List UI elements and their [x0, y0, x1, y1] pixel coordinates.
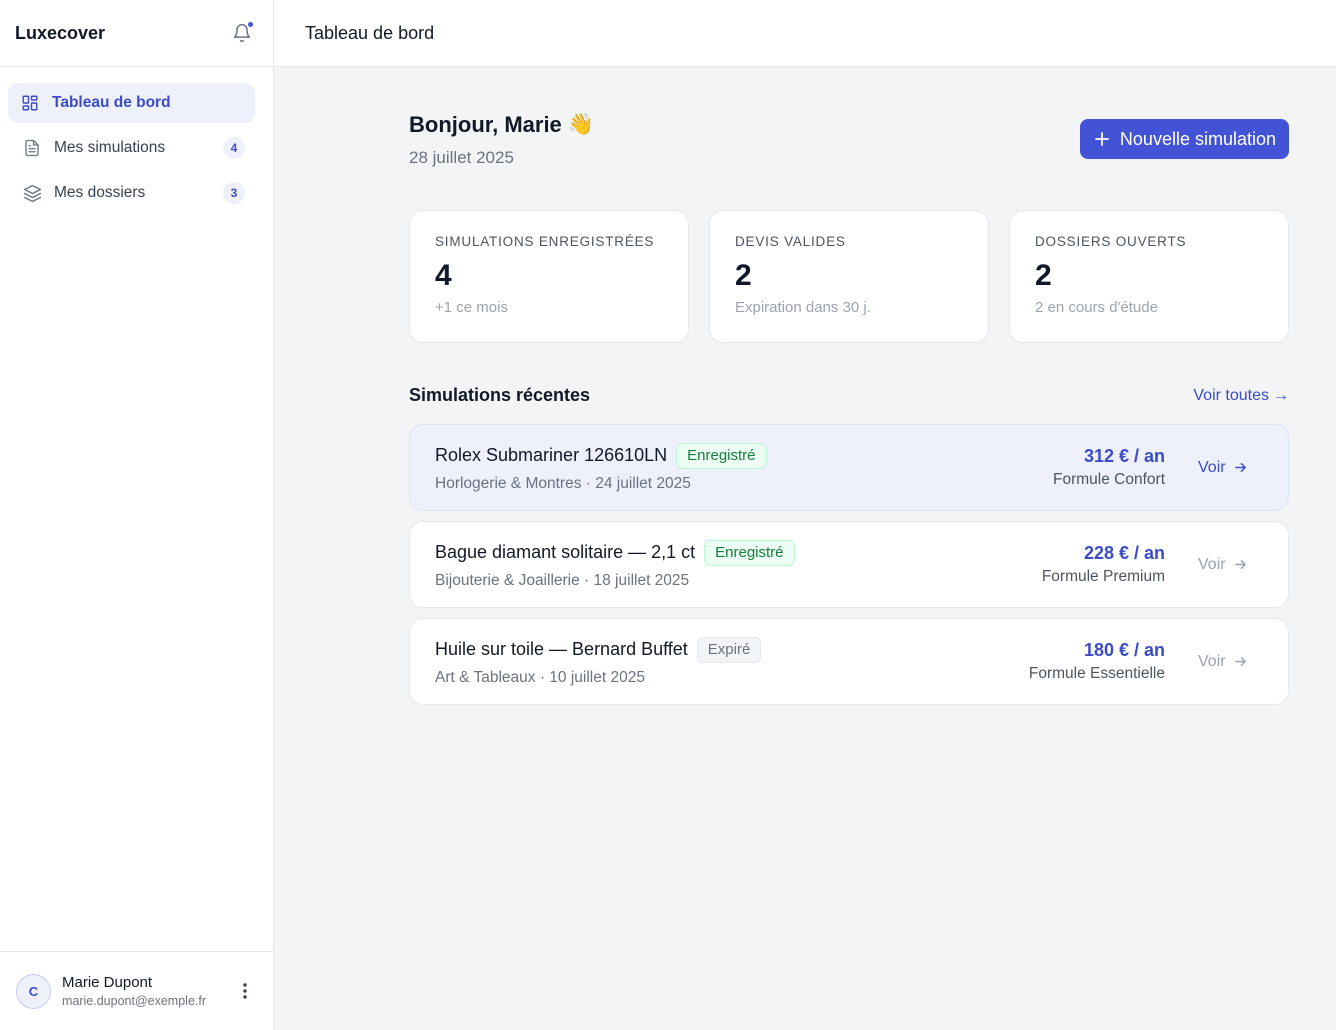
stat-subtext: +1 ce mois: [435, 299, 508, 316]
see-all-label: Voir toutes: [1193, 386, 1269, 404]
view-label: Voir: [1198, 555, 1226, 573]
greeting-row: Bonjour, Marie 👋 28 juillet 2025 Nouvell…: [409, 112, 1289, 168]
plus-icon: [1094, 131, 1110, 147]
section-title: Simulations récentes: [409, 385, 591, 405]
simulation-pricing: 228 € / an Formule Premium: [1042, 543, 1165, 586]
main-content: Bonjour, Marie 👋 28 juillet 2025 Nouvell…: [409, 112, 1289, 715]
sidebar: Luxecover Tableau de bord Mes simulation: [0, 0, 274, 1030]
simulation-info: Rolex Submariner 126610LN Enregistré Hor…: [435, 442, 1053, 493]
page-title: Tableau de bord: [305, 22, 435, 43]
greeting-block: Bonjour, Marie 👋 28 juillet 2025: [409, 112, 594, 168]
greeting-text: Bonjour, Marie: [409, 112, 562, 137]
notification-dot: [247, 21, 254, 28]
simulation-title: Bague diamant solitaire — 2,1 ct: [435, 542, 696, 562]
stat-subtext: 2 en cours d'étude: [1035, 299, 1158, 316]
simulation-info: Huile sur toile — Bernard Buffet Expiré …: [435, 636, 1029, 687]
simulation-price: 180 € / an: [1083, 640, 1165, 660]
waving-hand-icon: 👋: [567, 113, 594, 136]
simulation-formula: Formule Essentielle: [1028, 665, 1165, 682]
stat-card-devis: DEVIS VALIDES 2 Expiration dans 30 j.: [709, 210, 989, 343]
brand-logo[interactable]: Luxecover: [15, 23, 105, 44]
list-item[interactable]: Huile sur toile — Bernard Buffet Expiré …: [409, 618, 1289, 705]
sidebar-item-label: Mes dossiers: [54, 184, 146, 201]
notifications-bell-icon[interactable]: [231, 21, 254, 44]
simulation-title: Rolex Submariner 126610LN: [435, 445, 668, 465]
simulation-meta: Horlogerie & Montres · 24 juillet 2025: [435, 474, 691, 492]
view-simulation-link[interactable]: Voir: [1198, 653, 1248, 671]
stat-label: DOSSIERS OUVERTS: [1035, 234, 1187, 249]
count-badge: 4: [223, 137, 245, 159]
simulations-list: Rolex Submariner 126610LN Enregistré Hor…: [409, 424, 1289, 705]
simulation-title: Huile sur toile — Bernard Buffet: [435, 639, 688, 659]
user-email: marie.dupont@exemple.fr: [62, 994, 207, 1008]
arrow-right-icon: [1234, 461, 1247, 474]
sidebar-item-label: Tableau de bord: [52, 94, 171, 111]
sidebar-nav: Tableau de bord Mes simulations 4 Mes do…: [0, 67, 273, 213]
status-badge: Expiré: [696, 636, 762, 663]
dashboard-grid-icon: [20, 93, 40, 113]
view-label: Voir: [1198, 652, 1226, 670]
stats-cards: SIMULATIONS ENREGISTRÉES 4 +1 ce mois DE…: [409, 210, 1289, 343]
top-bar: Tableau de bord: [274, 0, 1336, 67]
simulation-price: 228 € / an: [1083, 543, 1165, 563]
sidebar-item-label: Mes simulations: [54, 139, 166, 156]
simulation-title-line: Rolex Submariner 126610LN Enregistré: [435, 442, 1053, 469]
list-item[interactable]: Bague diamant solitaire — 2,1 ct Enregis…: [409, 521, 1289, 608]
sidebar-item-mes-dossiers[interactable]: Mes dossiers 3: [8, 173, 255, 213]
simulation-formula: Formule Premium: [1041, 568, 1165, 585]
view-simulation-link[interactable]: Voir: [1198, 459, 1248, 477]
simulation-price: 312 € / an: [1083, 446, 1165, 466]
sidebar-item-tableau-de-bord[interactable]: Tableau de bord: [8, 83, 255, 123]
count-badge: 3: [223, 182, 245, 204]
more-vertical-icon[interactable]: [235, 981, 255, 1001]
stat-subtext: Expiration dans 30 j.: [735, 299, 871, 316]
stat-value: 4: [435, 259, 452, 292]
simulation-pricing: 312 € / an Formule Confort: [1053, 446, 1165, 489]
arrow-right-icon: [1234, 655, 1247, 668]
arrow-right-icon: [1234, 558, 1247, 571]
list-item[interactable]: Rolex Submariner 126610LN Enregistré Hor…: [409, 424, 1289, 511]
user-name: Marie Dupont: [62, 974, 153, 991]
brand-bar: Luxecover: [0, 0, 273, 67]
stat-value: 2: [1035, 259, 1052, 292]
simulation-title-line: Huile sur toile — Bernard Buffet Expiré: [435, 636, 1029, 663]
new-simulation-button[interactable]: Nouvelle simulation: [1079, 119, 1289, 159]
simulation-formula: Formule Confort: [1053, 471, 1165, 488]
see-all-link[interactable]: Voir toutes →: [1193, 387, 1289, 405]
stat-value: 2: [735, 259, 752, 292]
layers-icon: [22, 183, 42, 203]
recent-simulations-header: Simulations récentes Voir toutes →: [409, 385, 1289, 406]
view-label: Voir: [1198, 458, 1226, 476]
status-badge: Enregistré: [704, 539, 795, 566]
user-profile: C Marie Dupont marie.dupont@exemple.fr: [0, 951, 273, 1030]
avatar[interactable]: C: [16, 973, 51, 1009]
simulation-meta: Art & Tableaux · 10 juillet 2025: [435, 668, 645, 686]
view-simulation-link[interactable]: Voir: [1198, 556, 1248, 574]
new-simulation-label: Nouvelle simulation: [1119, 128, 1276, 149]
user-info: Marie Dupont marie.dupont@exemple.fr: [62, 974, 235, 1008]
stat-card-dossiers: DOSSIERS OUVERTS 2 2 en cours d'étude: [1009, 210, 1289, 343]
simulation-pricing: 180 € / an Formule Essentielle: [1029, 640, 1165, 683]
document-icon: [22, 138, 42, 158]
sidebar-item-mes-simulations[interactable]: Mes simulations 4: [8, 128, 255, 168]
stat-label: DEVIS VALIDES: [735, 234, 846, 249]
simulation-meta: Bijouterie & Joaillerie · 18 juillet 202…: [435, 571, 690, 589]
stat-card-simulations: SIMULATIONS ENREGISTRÉES 4 +1 ce mois: [409, 210, 689, 343]
stat-label: SIMULATIONS ENREGISTRÉES: [435, 234, 655, 249]
status-badge: Enregistré: [676, 442, 767, 469]
simulation-title-line: Bague diamant solitaire — 2,1 ct Enregis…: [435, 539, 1042, 566]
current-date: 28 juillet 2025: [409, 148, 514, 167]
simulation-info: Bague diamant solitaire — 2,1 ct Enregis…: [435, 539, 1042, 590]
greeting: Bonjour, Marie 👋: [409, 112, 594, 138]
arrow-right-icon: →: [1273, 386, 1289, 404]
